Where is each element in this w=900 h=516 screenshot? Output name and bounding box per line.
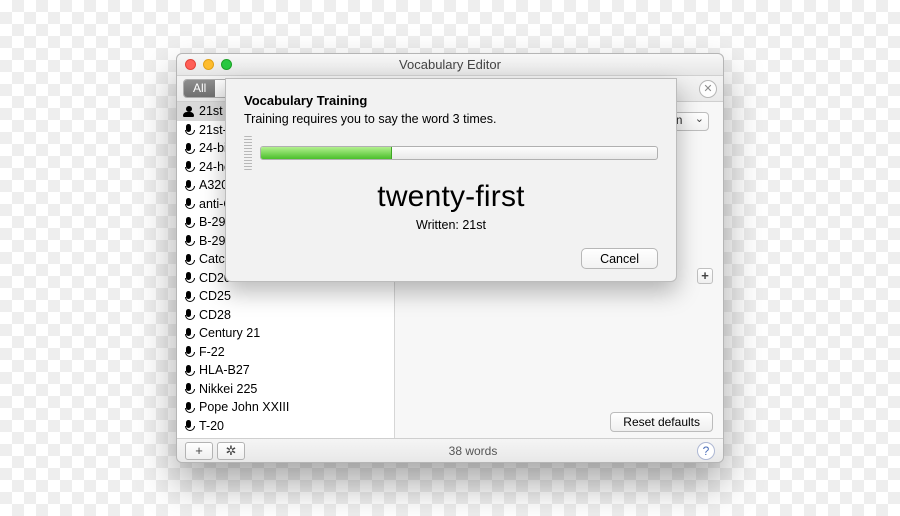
window-title: Vocabulary Editor	[399, 57, 501, 72]
word-row[interactable]: Century 21	[177, 324, 394, 343]
microphone-icon	[183, 365, 194, 376]
vocabulary-editor-window: Vocabulary Editor All Built-In ✕ 21st21s…	[176, 53, 724, 463]
minimize-icon[interactable]	[203, 59, 214, 70]
word-label: B-29	[199, 215, 225, 229]
microphone-icon	[183, 198, 194, 209]
status-text: 38 words	[249, 444, 697, 458]
word-row[interactable]: T-20	[177, 417, 394, 436]
clear-icon: ✕	[703, 82, 712, 95]
microphone-icon	[183, 235, 194, 246]
word-label: 21st	[199, 104, 223, 118]
training-progress-fill	[261, 147, 392, 159]
input-level-icon	[244, 136, 252, 170]
traffic-lights	[185, 59, 232, 70]
add-alternate-form-button[interactable]: +	[697, 268, 713, 284]
reset-defaults-button[interactable]: Reset defaults	[610, 412, 713, 432]
microphone-icon	[183, 291, 194, 302]
word-label: Nikkei 225	[199, 382, 257, 396]
microphone-icon	[183, 124, 194, 135]
sheet-title: Vocabulary Training	[244, 93, 658, 108]
word-label: CD28	[199, 308, 231, 322]
word-row[interactable]: HLA-B27	[177, 361, 394, 380]
vocabulary-training-sheet: Vocabulary Training Training requires yo…	[225, 78, 677, 282]
microphone-icon	[183, 309, 194, 320]
person-icon	[183, 106, 194, 117]
microphone-icon	[183, 254, 194, 265]
microphone-icon	[183, 161, 194, 172]
microphone-icon	[183, 217, 194, 228]
word-label: HLA-B27	[199, 363, 250, 377]
word-row[interactable]: Pope John XXIII	[177, 398, 394, 417]
gear-icon: ✲	[226, 443, 237, 459]
word-label: T-20	[199, 419, 224, 433]
microphone-icon	[183, 143, 194, 154]
word-row[interactable]: F-22	[177, 343, 394, 362]
word-label: Century 21	[199, 326, 260, 340]
spoken-word: twenty-first	[244, 180, 658, 214]
segment-all[interactable]: All	[184, 80, 215, 97]
written-form: Written: 21st	[244, 218, 658, 232]
action-menu-button[interactable]: ✲	[217, 442, 245, 460]
word-row[interactable]: CD28	[177, 306, 394, 325]
microphone-icon	[183, 383, 194, 394]
microphone-icon	[183, 402, 194, 413]
cancel-button[interactable]: Cancel	[581, 248, 658, 269]
help-icon: ?	[703, 444, 710, 458]
microphone-icon	[183, 420, 194, 431]
close-icon[interactable]	[185, 59, 196, 70]
training-progress-bar	[260, 146, 658, 160]
microphone-icon	[183, 272, 194, 283]
microphone-icon	[183, 346, 194, 357]
sheet-subtitle: Training requires you to say the word 3 …	[244, 112, 658, 126]
word-label: CD25	[199, 289, 231, 303]
microphone-icon	[183, 180, 194, 191]
bottom-toolbar: + ✲ 38 words ?	[177, 438, 723, 462]
search-clear-button[interactable]: ✕	[699, 80, 717, 98]
titlebar[interactable]: Vocabulary Editor	[177, 54, 723, 76]
add-word-button[interactable]: +	[185, 442, 213, 460]
help-button[interactable]: ?	[697, 442, 715, 460]
word-row[interactable]: CD25	[177, 287, 394, 306]
word-label: F-22	[199, 345, 225, 359]
word-label: A320	[199, 178, 228, 192]
word-label: Pope John XXIII	[199, 400, 289, 414]
microphone-icon	[183, 328, 194, 339]
zoom-icon[interactable]	[221, 59, 232, 70]
word-row[interactable]: Nikkei 225	[177, 380, 394, 399]
